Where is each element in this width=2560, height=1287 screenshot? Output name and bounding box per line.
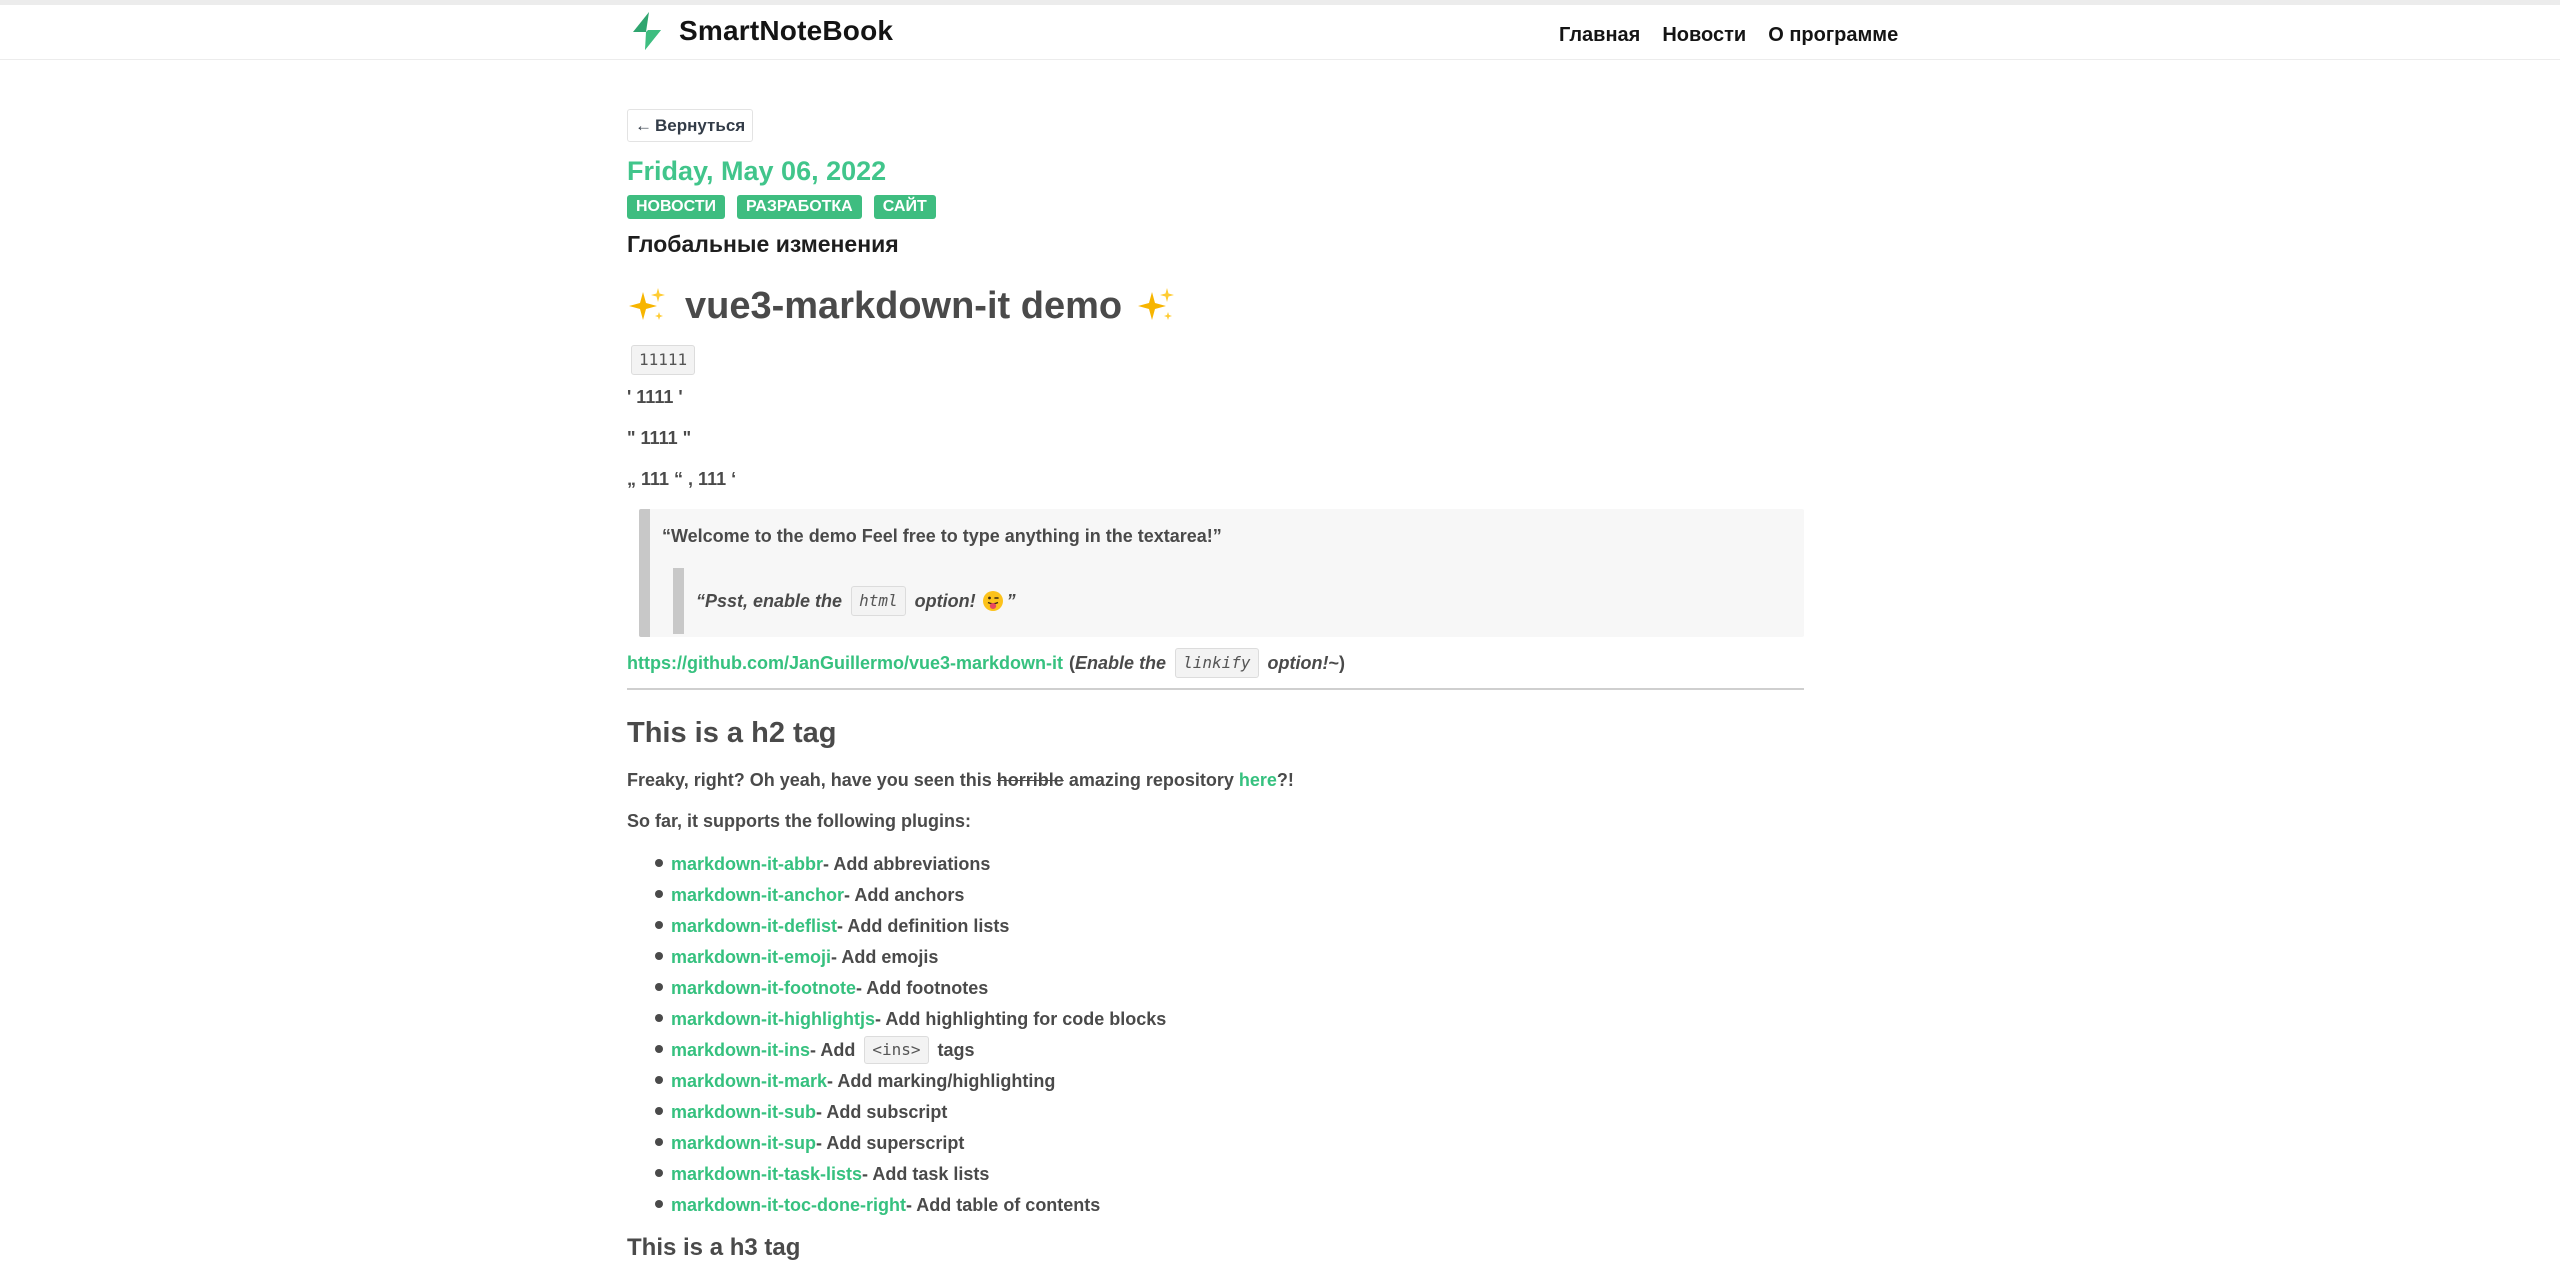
post-title: Глобальные изменения bbox=[627, 231, 899, 257]
plugin-link[interactable]: markdown-it-anchor bbox=[671, 883, 844, 907]
list-item: markdown-it-sub - Add subscript bbox=[655, 1096, 1804, 1127]
inline-code-ins: <ins> bbox=[864, 1035, 929, 1064]
list-item: markdown-it-deflist - Add definition lis… bbox=[655, 910, 1804, 941]
post-date: Friday, May 06, 2022 bbox=[627, 156, 887, 186]
freaky-paragraph: Freaky, right? Oh yeah, have you seen th… bbox=[627, 767, 1804, 793]
list-item: markdown-it-sup - Add superscript bbox=[655, 1127, 1804, 1158]
bolt-logo-icon bbox=[633, 12, 661, 50]
plugin-link[interactable]: markdown-it-footnote bbox=[671, 976, 856, 1000]
tongue-out-face-icon bbox=[982, 591, 1003, 611]
tag-site[interactable]: САЙТ bbox=[873, 195, 936, 219]
repo-link[interactable]: https://github.com/JanGuillermo/vue3-mar… bbox=[627, 653, 1063, 674]
plugin-link[interactable]: markdown-it-highlightjs bbox=[671, 1007, 875, 1031]
plugin-link[interactable]: markdown-it-task-lists bbox=[671, 1162, 862, 1186]
nested-blockquote: “ Psst, enable the html option! ” bbox=[673, 568, 1016, 634]
code-line: 11111 bbox=[627, 345, 1804, 375]
plugin-desc: - Add abbreviations bbox=[823, 853, 991, 874]
inline-code: 11111 bbox=[631, 345, 696, 375]
site-header: SmartNoteBook Главная Новости О программ… bbox=[0, 5, 2560, 60]
nav-about[interactable]: О программе bbox=[1768, 21, 1898, 49]
sparkles-icon bbox=[1138, 288, 1175, 320]
plugin-link[interactable]: markdown-it-ins bbox=[671, 1038, 810, 1062]
quote-line: " 1111 " bbox=[627, 428, 692, 448]
list-item: markdown-it-toc-done-right - Add table o… bbox=[655, 1189, 1804, 1220]
supports-paragraph: So far, it supports the following plugin… bbox=[627, 811, 971, 831]
quote-open: “ bbox=[696, 590, 705, 611]
horizontal-rule bbox=[627, 688, 1804, 690]
freaky-middle: amazing repository bbox=[1063, 770, 1239, 790]
blockquote-text: “Welcome to the demo Feel free to type a… bbox=[662, 526, 1222, 546]
list-item: markdown-it-mark - Add marking/highlight… bbox=[655, 1065, 1804, 1096]
plugin-desc: - Add highlighting for code blocks bbox=[875, 1008, 1167, 1029]
markdown-h2: This is a h2 tag bbox=[627, 717, 837, 749]
list-item: markdown-it-task-lists - Add task lists bbox=[655, 1158, 1804, 1189]
list-item: markdown-it-abbr - Add abbreviations bbox=[655, 848, 1804, 879]
here-link[interactable]: here bbox=[1239, 770, 1277, 790]
nav-news[interactable]: Новости bbox=[1662, 21, 1746, 49]
plugin-list: markdown-it-abbr - Add abbreviations mar… bbox=[627, 848, 1804, 1220]
quote-close: ” bbox=[1006, 590, 1016, 611]
repo-link-line: https://github.com/JanGuillermo/vue3-mar… bbox=[627, 648, 1804, 678]
back-button[interactable]: ← Вернуться bbox=[627, 109, 754, 142]
freaky-before: Freaky, right? Oh yeah, have you seen th… bbox=[627, 770, 997, 790]
sparkles-icon bbox=[629, 288, 665, 320]
plugin-link[interactable]: markdown-it-sup bbox=[671, 1131, 816, 1155]
blockquote: “Welcome to the demo Feel free to type a… bbox=[639, 509, 1804, 637]
freaky-after: ?! bbox=[1276, 770, 1294, 790]
brand-link[interactable]: SmartNoteBook bbox=[627, 11, 893, 51]
quote-line: „ 111 “ , 111 ‘ bbox=[627, 469, 737, 489]
markdown-h1: vue3-markdown-it demo bbox=[627, 281, 1804, 331]
list-item: markdown-it-anchor - Add anchors bbox=[655, 879, 1804, 910]
plugin-desc: - Add subscript bbox=[816, 1101, 948, 1122]
plugin-desc: - Add emojis bbox=[831, 946, 939, 967]
nested-quote-before: Psst, enable the bbox=[705, 590, 843, 611]
plugin-desc: - Add table of contents bbox=[905, 1194, 1101, 1215]
plugin-desc: - Add marking/highlighting bbox=[827, 1070, 1056, 1091]
linkify-note-before: Enable the bbox=[1075, 652, 1167, 673]
inline-code-html: html bbox=[851, 586, 906, 616]
nav-home[interactable]: Главная bbox=[1559, 21, 1640, 49]
brand-name: SmartNoteBook bbox=[679, 15, 894, 46]
strikethrough-text: horrible bbox=[996, 770, 1064, 790]
back-button-label: Вернуться bbox=[655, 115, 746, 135]
list-item: markdown-it-highlightjs - Add highlighti… bbox=[655, 1003, 1804, 1034]
plugin-desc-tail: tags bbox=[937, 1039, 975, 1060]
list-item: markdown-it-footnote - Add footnotes bbox=[655, 972, 1804, 1003]
plugin-desc: - Add superscript bbox=[816, 1132, 965, 1153]
arrow-left-icon: ← bbox=[635, 115, 652, 135]
tag-development[interactable]: РАЗРАБОТКА bbox=[737, 195, 862, 219]
markdown-h3: This is a h3 tag bbox=[627, 1234, 801, 1261]
tag-news[interactable]: НОВОСТИ bbox=[627, 195, 726, 219]
linkify-note-tail: ~) bbox=[1328, 652, 1346, 673]
inline-code-linkify: linkify bbox=[1175, 648, 1259, 678]
linkify-note-after: option! bbox=[1267, 652, 1329, 673]
plugin-desc: - Add definition lists bbox=[837, 915, 1010, 936]
quote-line: ' 1111 ' bbox=[627, 387, 683, 407]
markdown-h1-text: vue3-markdown-it demo bbox=[685, 285, 1123, 327]
plugin-desc: - Add anchors bbox=[844, 884, 965, 905]
plugin-link[interactable]: markdown-it-emoji bbox=[671, 945, 831, 969]
plugin-desc: - Add task lists bbox=[862, 1163, 990, 1184]
plugin-link[interactable]: markdown-it-sub bbox=[671, 1100, 816, 1124]
list-item: markdown-it-ins - Add <ins> tags bbox=[655, 1034, 1804, 1065]
plugin-link[interactable]: markdown-it-mark bbox=[671, 1069, 827, 1093]
plugin-link[interactable]: markdown-it-abbr bbox=[671, 852, 823, 876]
post-content: ← Вернуться Friday, May 06, 2022 НОВОСТИ… bbox=[627, 109, 1804, 1264]
post-tags: НОВОСТИ РАЗРАБОТКА САЙТ bbox=[627, 195, 1804, 219]
plugin-link[interactable]: markdown-it-deflist bbox=[671, 914, 837, 938]
nested-quote-after: option! bbox=[914, 590, 976, 611]
plugin-desc: - Add bbox=[810, 1039, 856, 1060]
plugin-link[interactable]: markdown-it-toc-done-right bbox=[671, 1193, 906, 1217]
list-item: markdown-it-emoji - Add emojis bbox=[655, 941, 1804, 972]
plugin-desc: - Add footnotes bbox=[855, 977, 989, 998]
main-nav: Главная Новости О программе bbox=[1559, 21, 1898, 49]
